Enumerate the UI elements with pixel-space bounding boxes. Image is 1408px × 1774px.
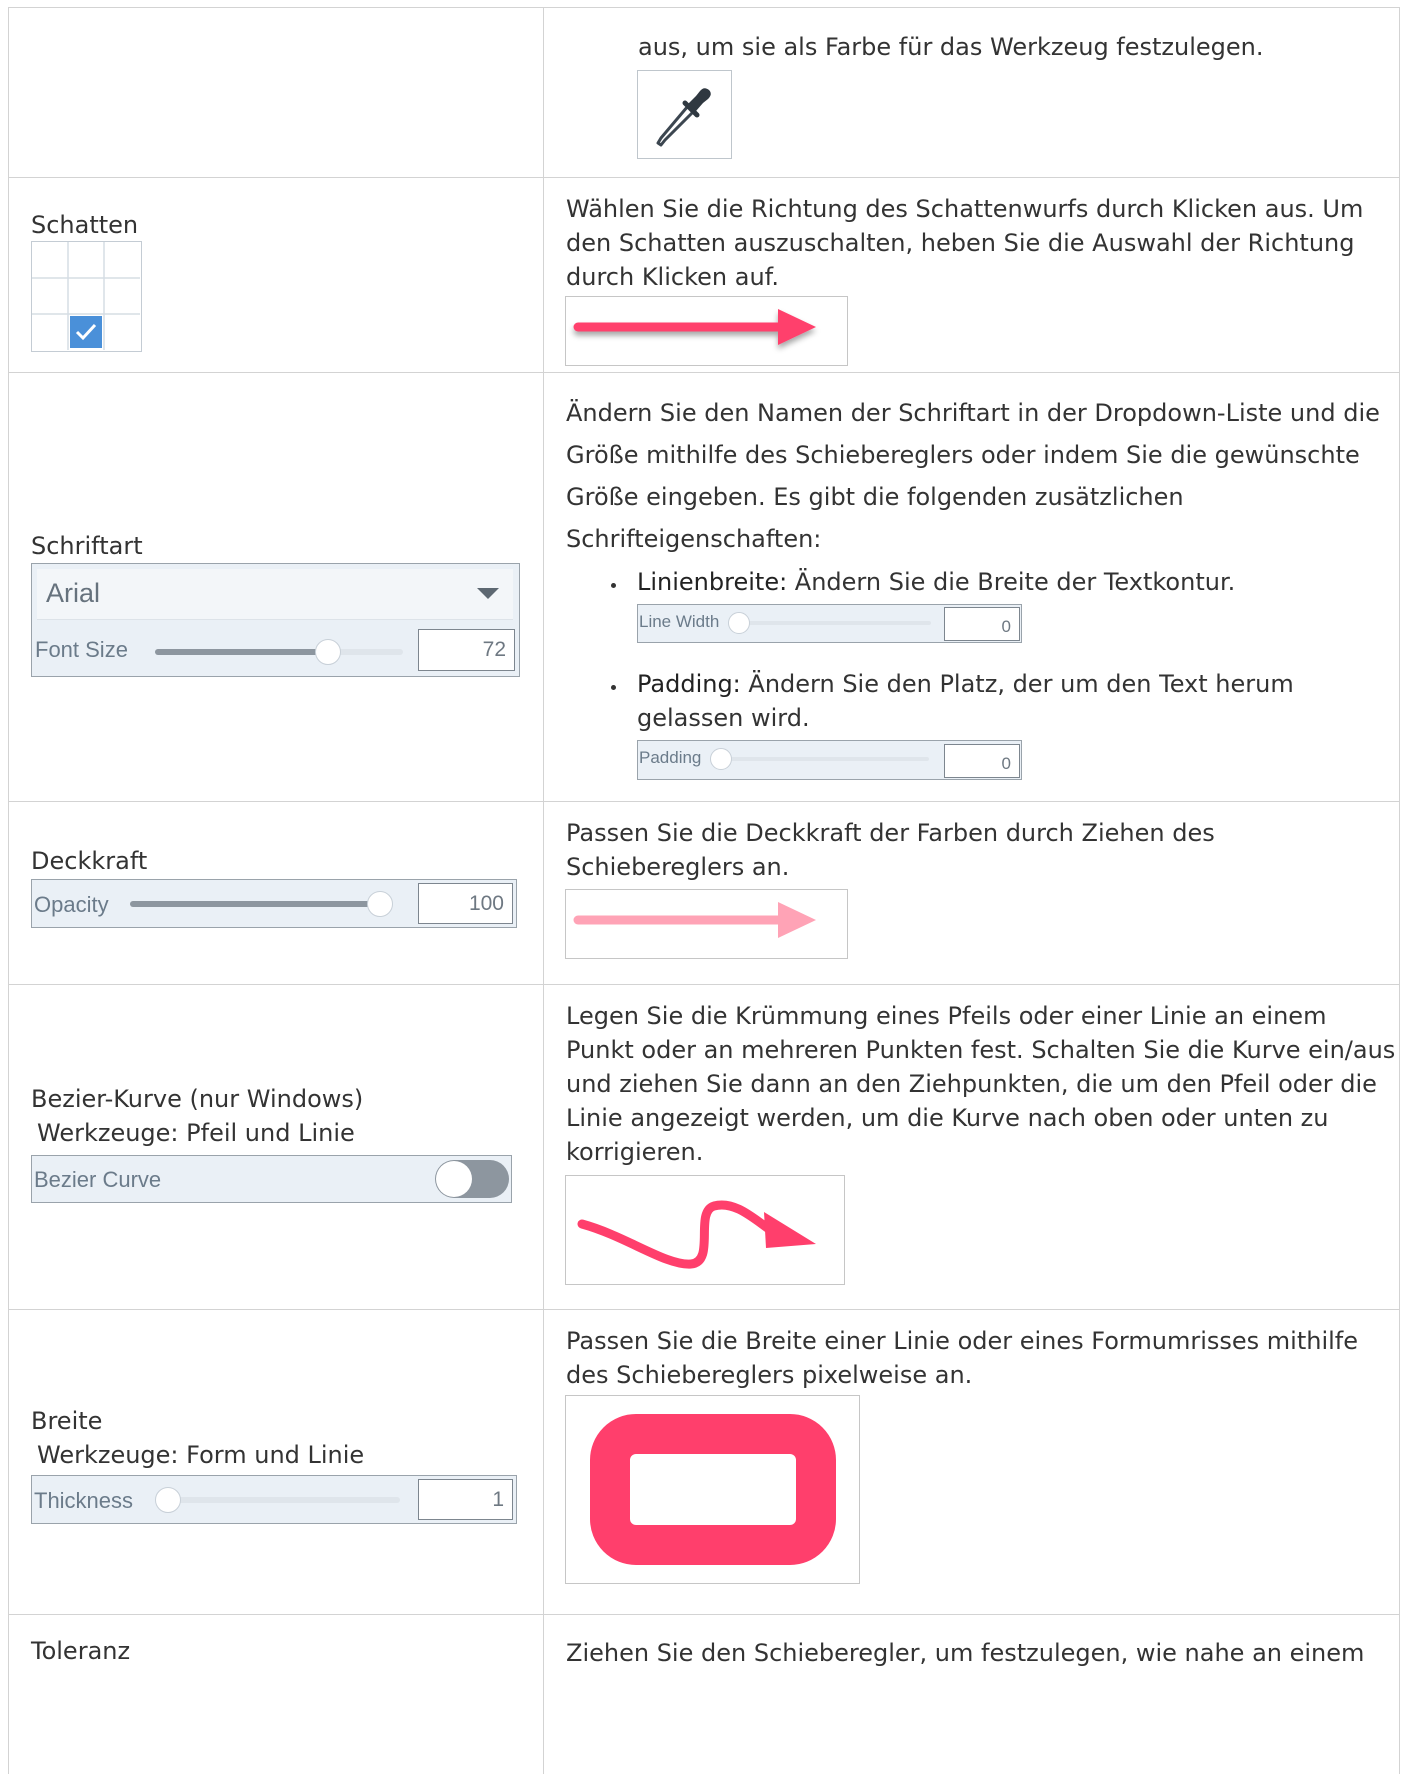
font-size-slider-thumb[interactable] [315,639,341,665]
bezier-description-line: Linie angezeigt werden, um die Kurve nac… [566,1104,1329,1132]
bullet-dot [611,685,616,690]
padding-bullet-text: Padding: Ändern Sie den Platz, der um de… [637,667,1294,701]
font-dropdown[interactable]: Arial [37,569,513,620]
tolerance-description: Ziehen Sie den Schieberegler, um festzul… [566,1639,1365,1667]
row-thickness: Breite Werkzeuge: Form und Linie Thickne… [8,1309,1400,1615]
opacity-label: Deckkraft [31,847,148,875]
line-width-term: Linienbreite: [637,568,788,596]
row-color-tool: aus, um sie als Farbe für das Werkzeug f… [8,7,1400,178]
line-width-input[interactable]: 0 [944,607,1020,641]
row-opacity: Deckkraft Opacity 100 Passen Sie die Dec… [8,801,1400,985]
padding-label: Padding [639,748,702,767]
row-tolerance: Toleranz Ziehen Sie den Schieberegler, u… [8,1614,1400,1774]
settings-table: aus, um sie als Farbe für das Werkzeug f… [8,7,1400,1774]
opacity-example-image [565,889,848,959]
thickness-slider-track[interactable] [160,1497,400,1503]
font-size-input[interactable]: 72 [418,629,515,671]
font-label: Schriftart [31,532,143,560]
thickness-slider-label: Thickness [34,1488,134,1513]
color-tool-description: aus, um sie als Farbe für das Werkzeug f… [638,33,1264,61]
column-divider [543,802,544,985]
bullet-dot [611,583,616,588]
padding-slider-track[interactable] [714,757,929,761]
thickness-input[interactable]: 1 [418,1479,513,1520]
thickness-slider-thumb[interactable] [155,1487,181,1513]
chevron-down-icon [477,588,499,599]
column-divider [543,985,544,1310]
bezier-toggle-label: Bezier Curve [34,1167,162,1192]
line-width-slider-thumb[interactable] [728,612,750,634]
opacity-slider-label: Opacity [34,892,109,917]
shadow-label: Schatten [31,211,139,239]
font-description-line: Größe mithilfe des Schiebereglers oder i… [566,441,1360,469]
font-size-slider-track[interactable] [155,649,403,655]
opacity-panel: Opacity 100 [31,879,517,928]
shadow-description-line: durch Klicken auf. [566,263,779,291]
bezier-description-line: Punkt oder an mehreren Punkten fest. Sch… [566,1036,1396,1064]
opacity-description-line: Schiebereglers an. [566,853,790,881]
padding-slider-thumb[interactable] [710,748,732,770]
bezier-label: Bezier-Kurve (nur Windows) [31,1085,364,1113]
opacity-slider-thumb[interactable] [367,891,393,917]
line-width-slider-track[interactable] [733,621,931,625]
font-properties-panel: Arial Font Size 72 [31,563,520,677]
checkmark-icon [75,323,97,341]
shadow-direction-selected[interactable] [70,316,102,348]
column-divider [543,1615,544,1774]
opacity-slider-fill [130,901,380,907]
row-shadow: Schatten Wählen Sie die Richtung des Sch… [8,177,1400,373]
eyedropper-icon [656,88,711,147]
line-width-bullet-text: Linienbreite: Ändern Sie die Breite der … [637,565,1235,599]
bezier-tools: Werkzeuge: Pfeil und Linie [37,1119,355,1147]
row-bezier: Bezier-Kurve (nur Windows) Werkzeuge: Pf… [8,984,1400,1310]
font-dropdown-value: Arial [46,578,101,608]
row-font: Schriftart Arial Font Size 72 Ändern Sie… [8,372,1400,802]
bezier-description-line: Legen Sie die Krümmung eines Pfeils oder… [566,1002,1327,1030]
thickness-label: Breite [31,1407,103,1435]
line-width-panel: Line Width 0 [637,604,1022,643]
font-description-line: Ändern Sie den Namen der Schriftart in d… [566,399,1380,427]
padding-input[interactable]: 0 [944,744,1020,778]
column-divider [543,1310,544,1615]
thickness-example-image [565,1395,860,1584]
padding-description: Ändern Sie den Platz, der um den Text he… [740,670,1294,698]
line-width-label: Line Width [639,612,720,631]
bezier-description-line: korrigieren. [566,1138,704,1166]
font-size-slider-fill [155,649,327,655]
tolerance-label: Toleranz [31,1637,131,1665]
bezier-description-line: und ziehen Sie dann an den Ziehpunkten, … [566,1070,1377,1098]
thickness-tools: Werkzeuge: Form und Linie [37,1441,365,1469]
font-description-line: Größe eingeben. Es gibt die folgenden zu… [566,483,1184,511]
font-size-label: Font Size [35,637,128,662]
shadow-description-line: Wählen Sie die Richtung des Schattenwurf… [566,195,1364,223]
bezier-toggle[interactable] [435,1160,509,1198]
thickness-panel: Thickness 1 [31,1475,517,1524]
opacity-slider-track[interactable] [130,901,380,907]
eyedropper-button[interactable] [637,70,732,159]
bezier-panel: Bezier Curve [31,1155,512,1203]
column-divider [543,178,544,373]
padding-term: Padding: [637,670,741,698]
opacity-input[interactable]: 100 [418,883,513,924]
column-divider [543,373,544,802]
column-divider [543,8,544,178]
thickness-description-line: Passen Sie die Breite einer Linie oder e… [566,1327,1358,1355]
shadow-direction-grid[interactable] [31,241,142,352]
font-description-line: Schrifteigenschaften: [566,525,822,553]
padding-description-cont: gelassen wird. [637,704,810,732]
line-width-description: Ändern Sie die Breite der Textkontur. [787,568,1236,596]
thickness-description-line: des Schiebereglers pixelweise an. [566,1361,973,1389]
shadow-description-line: den Schatten auszuschalten, heben Sie di… [566,229,1355,257]
opacity-description-line: Passen Sie die Deckkraft der Farben durc… [566,819,1215,847]
shadow-example-image [565,296,848,366]
bezier-toggle-knob [436,1161,472,1197]
padding-panel: Padding 0 [637,740,1022,780]
bezier-example-image [565,1175,845,1285]
